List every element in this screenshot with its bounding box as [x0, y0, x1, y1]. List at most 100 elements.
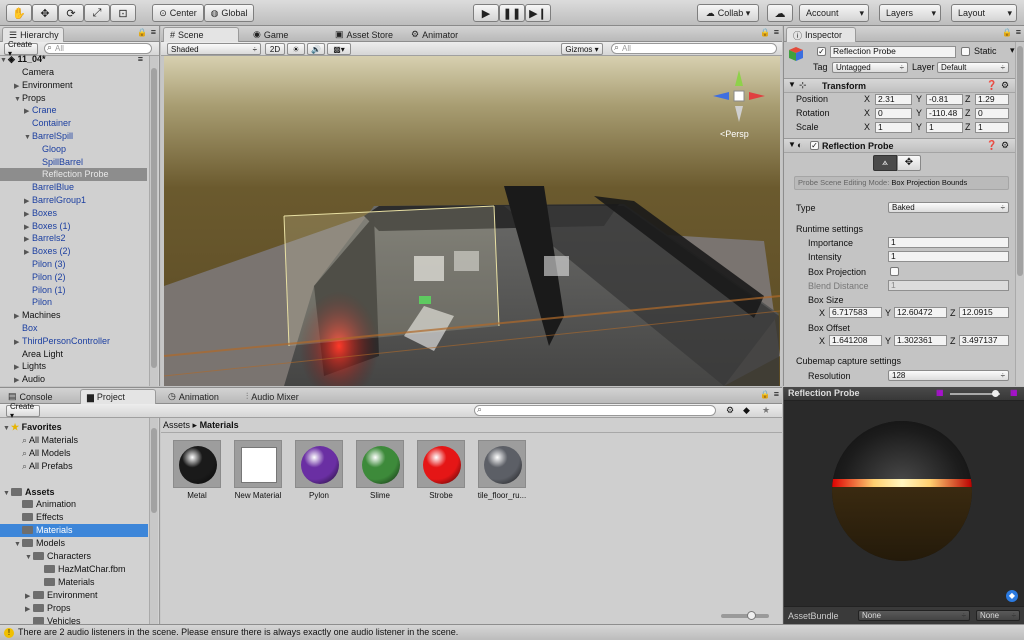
- gizmos-dropdown[interactable]: Gizmos ▾: [561, 43, 603, 55]
- shading-dropdown[interactable]: Shaded ÷: [167, 43, 261, 55]
- position-y-field[interactable]: -0.81: [926, 94, 963, 105]
- favorite-star-icon[interactable]: ★: [762, 405, 770, 416]
- project-tree-item[interactable]: ⌕ All Prefabs: [0, 460, 148, 473]
- hierarchy-item[interactable]: Pilon (3): [0, 258, 147, 271]
- help-icon[interactable]: ❓: [986, 140, 997, 151]
- rotate-tool-button[interactable]: ⟳: [58, 4, 84, 22]
- hierarchy-item[interactable]: ▼Props: [0, 92, 147, 105]
- channel-icon[interactable]: ▦: [936, 388, 944, 397]
- status-bar[interactable]: ! There are 2 audio listeners in the sce…: [0, 624, 1024, 640]
- lock-icon[interactable]: 🔒: [760, 390, 770, 399]
- hierarchy-item[interactable]: ▶ Machines: [0, 309, 147, 322]
- project-tree-item[interactable]: Effects: [0, 511, 148, 524]
- tab-audio-mixer[interactable]: ⫶ Audio Mixer: [240, 389, 305, 404]
- object-name-field[interactable]: Reflection Probe: [830, 46, 956, 58]
- project-search-input[interactable]: [474, 404, 716, 416]
- asset-item[interactable]: Pylon: [294, 440, 344, 500]
- hierarchy-item[interactable]: Gloop: [0, 143, 147, 156]
- pivot-center-button[interactable]: ⊙ Center: [152, 4, 204, 22]
- exposure-slider[interactable]: [950, 390, 1000, 397]
- asset-variant-dropdown[interactable]: None: [976, 610, 1020, 621]
- hierarchy-scrollbar[interactable]: [149, 56, 158, 386]
- project-tree-item[interactable]: ▼ Characters: [0, 550, 148, 563]
- box-offset-x-field[interactable]: 1.641208: [829, 335, 882, 346]
- layer-dropdown[interactable]: Default: [937, 62, 1009, 73]
- panel-menu-icon[interactable]: ≡: [1016, 27, 1021, 37]
- step-button[interactable]: ▶❙: [525, 4, 551, 22]
- scrollbar-thumb[interactable]: [151, 428, 157, 513]
- hierarchy-item[interactable]: ▶ Crane: [0, 104, 147, 117]
- hierarchy-item[interactable]: ▶ Lights: [0, 360, 147, 373]
- tab-project[interactable]: ▆ Project: [80, 389, 156, 404]
- move-probe-button[interactable]: ✥: [897, 155, 921, 171]
- foldout-arrow-icon[interactable]: ▼: [788, 140, 796, 149]
- scrollbar-thumb[interactable]: [151, 68, 157, 368]
- resolution-dropdown[interactable]: 128: [888, 370, 1009, 381]
- box-size-z-field[interactable]: 12.0915: [959, 307, 1009, 318]
- hierarchy-item[interactable]: ▶ ThirdPersonController: [0, 335, 147, 348]
- scale-tool-button[interactable]: ⤢: [84, 4, 110, 22]
- audio-toggle[interactable]: 🔊: [307, 43, 325, 55]
- tab-asset-store[interactable]: ▣ Asset Store: [329, 27, 399, 42]
- asset-bundle-dropdown[interactable]: None: [858, 610, 970, 621]
- asset-item[interactable]: New Material: [233, 440, 283, 500]
- project-tree-item[interactable]: ⌕ All Models: [0, 447, 148, 460]
- hierarchy-item[interactable]: Container: [0, 117, 147, 130]
- scene-root-row[interactable]: ▼◈ 11_04* ≡: [0, 53, 147, 66]
- component-settings-icon[interactable]: ⚙: [1001, 140, 1009, 151]
- box-offset-z-field[interactable]: 3.497137: [959, 335, 1009, 346]
- importance-field[interactable]: 1: [888, 237, 1009, 248]
- tab-scene[interactable]: # Scene: [163, 27, 239, 42]
- tab-animator[interactable]: ⚙ Animator: [405, 27, 464, 42]
- label-icon[interactable]: ◆: [743, 405, 750, 416]
- hierarchy-item[interactable]: ▶ Environment: [0, 79, 147, 92]
- hierarchy-item[interactable]: ▶ Boxes: [0, 207, 147, 220]
- box-projection-checkbox[interactable]: [890, 267, 899, 276]
- box-offset-y-field[interactable]: 1.302361: [894, 335, 947, 346]
- static-checkbox[interactable]: [961, 47, 970, 56]
- hierarchy-item[interactable]: SpillBarrel: [0, 156, 147, 169]
- edit-bounds-button[interactable]: ⟑: [873, 155, 897, 171]
- space-global-button[interactable]: ◍ Global: [204, 4, 254, 22]
- box-size-y-field[interactable]: 12.60472: [894, 307, 947, 318]
- effects-dropdown[interactable]: ▩▾: [327, 43, 351, 55]
- project-tree-item[interactable]: ▶ Environment: [0, 589, 148, 602]
- type-dropdown[interactable]: Baked: [888, 202, 1009, 213]
- project-tree-item[interactable]: Materials: [0, 524, 148, 538]
- scrollbar-thumb[interactable]: [1017, 46, 1023, 276]
- tab-animation[interactable]: ◷ Animation: [162, 389, 225, 404]
- project-tree-item[interactable]: Animation: [0, 498, 148, 511]
- tag-dropdown[interactable]: Untagged: [832, 62, 908, 73]
- asset-item[interactable]: Metal: [172, 440, 222, 500]
- reflection-probe-header[interactable]: ▼ ◐ ✓ Reflection Probe ❓ ⚙: [784, 138, 1016, 153]
- hierarchy-item[interactable]: Camera: [0, 66, 147, 79]
- cloud-services-button[interactable]: ☁: [767, 4, 793, 22]
- create-dropdown[interactable]: Create ▾: [6, 402, 40, 420]
- collab-button[interactable]: ☁ Collab ▾: [697, 4, 759, 22]
- hierarchy-item[interactable]: Pilon (2): [0, 271, 147, 284]
- rotation-y-field[interactable]: -110.48: [926, 108, 963, 119]
- search-by-type-icon[interactable]: ⚙: [726, 405, 734, 416]
- breadcrumb-assets[interactable]: Assets: [163, 420, 190, 430]
- zoom-slider[interactable]: [721, 611, 769, 620]
- scale-y-field[interactable]: 1: [926, 122, 963, 133]
- hierarchy-item[interactable]: Area Light: [0, 348, 147, 361]
- scale-z-field[interactable]: 1: [975, 122, 1009, 133]
- component-settings-icon[interactable]: ⚙: [1001, 80, 1009, 91]
- hierarchy-item[interactable]: Pilon (1): [0, 284, 147, 297]
- scene-gizmo[interactable]: [709, 66, 769, 126]
- hierarchy-item[interactable]: ▶ Boxes (2): [0, 245, 147, 258]
- zoom-slider-handle[interactable]: [747, 611, 756, 620]
- project-tree-item[interactable]: ⌕ All Materials: [0, 434, 148, 447]
- 2d-toggle[interactable]: 2D: [265, 43, 285, 55]
- hierarchy-item[interactable]: ▶ Barrels2: [0, 232, 147, 245]
- probe-enabled-checkbox[interactable]: ✓: [810, 141, 819, 150]
- tab-game[interactable]: ◉ Game: [247, 27, 294, 42]
- scale-x-field[interactable]: 1: [875, 122, 912, 133]
- project-tree-item[interactable]: Materials: [0, 576, 148, 589]
- lock-icon[interactable]: 🔒: [760, 28, 770, 37]
- rotation-x-field[interactable]: 0: [875, 108, 912, 119]
- help-icon[interactable]: ❓: [986, 80, 997, 91]
- hierarchy-item[interactable]: Box: [0, 322, 147, 335]
- hierarchy-item[interactable]: ▶ Boxes (1): [0, 220, 147, 233]
